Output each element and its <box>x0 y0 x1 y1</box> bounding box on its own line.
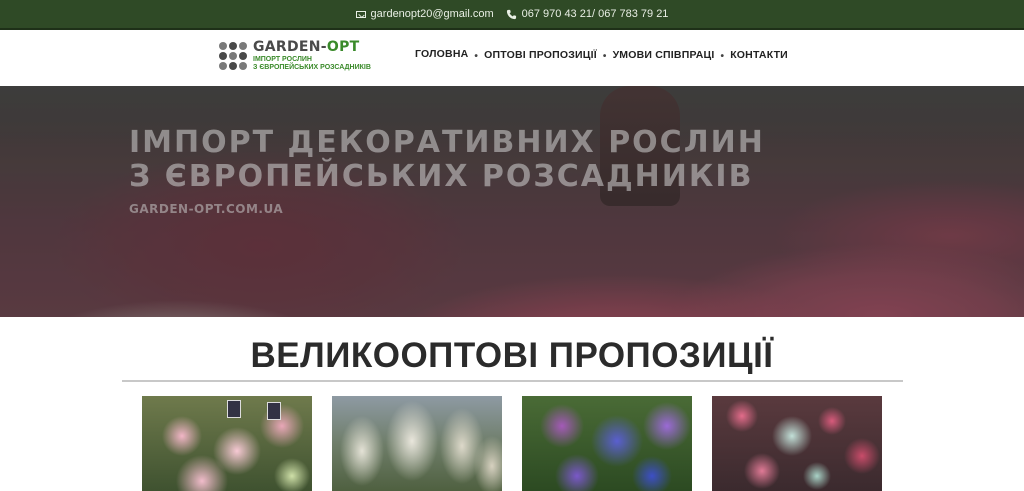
site-header: GARDEN-OPT ІМПОРТ РОСЛИН З ЄВРОПЕЙСЬКИХ … <box>0 30 1024 86</box>
phone-text[interactable]: 067 970 43 21/ 067 783 79 21 <box>522 8 669 20</box>
product-gallery <box>142 396 882 491</box>
phone-contact[interactable]: 067 970 43 21/ 067 783 79 21 <box>506 8 669 20</box>
pink-hydrangea-photo[interactable] <box>142 396 312 491</box>
pink-green-hydrangea-photo[interactable] <box>712 396 882 491</box>
blue-hydrangea-photo[interactable] <box>522 396 692 491</box>
phone-icon <box>506 9 516 19</box>
logo-mark-icon <box>219 42 247 70</box>
nav-separator: • <box>474 50 479 62</box>
nav-separator: • <box>720 50 725 62</box>
hero-banner: ІМПОРТ ДЕКОРАТИВНИХ РОСЛИН З ЄВРОПЕЙСЬКИ… <box>0 86 1024 317</box>
white-hydrangea-photo[interactable] <box>332 396 502 491</box>
nav-item-contacts[interactable]: КОНТАКТИ <box>730 49 788 63</box>
plant-label-tag <box>227 400 241 418</box>
nav-item-home[interactable]: ГОЛОВНА <box>415 48 468 64</box>
plant-label-tag <box>267 402 281 420</box>
nav-separator: • <box>602 50 607 62</box>
mail-icon <box>355 10 366 18</box>
email-contact[interactable]: gardenopt20@gmail.com <box>355 8 494 20</box>
main-nav: ГОЛОВНА • ОПТОВІ ПРОПОЗИЦІЇ • УМОВИ СПІВ… <box>415 48 788 64</box>
hero-title: ІМПОРТ ДЕКОРАТИВНИХ РОСЛИН З ЄВРОПЕЙСЬКИ… <box>129 125 765 194</box>
contact-topbar: gardenopt20@gmail.com 067 970 43 21/ 067… <box>0 0 1024 30</box>
email-text[interactable]: gardenopt20@gmail.com <box>371 8 494 20</box>
logo-title: GARDEN-OPT <box>253 39 360 55</box>
site-logo[interactable]: GARDEN-OPT ІМПОРТ РОСЛИН З ЄВРОПЕЙСЬКИХ … <box>219 40 371 72</box>
hero-domain: GARDEN-OPT.COM.UA <box>129 202 284 216</box>
section-title: ВЕЛИКООПТОВІ ПРОПОЗИЦІЇ <box>250 336 774 375</box>
nav-item-wholesale-offers[interactable]: ОПТОВІ ПРОПОЗИЦІЇ <box>484 49 597 63</box>
logo-subtitle: ІМПОРТ РОСЛИН З ЄВРОПЕЙСЬКИХ РОЗСАДНИКІВ <box>253 56 371 71</box>
section-divider <box>122 380 903 382</box>
nav-item-cooperation-terms[interactable]: УМОВИ СПІВПРАЦІ <box>613 49 715 63</box>
